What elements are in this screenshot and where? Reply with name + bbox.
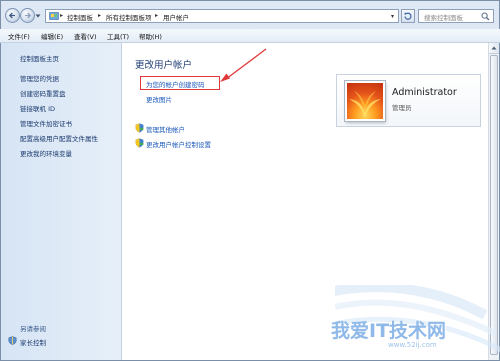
- account-name: Administrator: [392, 87, 457, 98]
- sidebar-link-parental-controls[interactable]: 家长控制: [20, 337, 46, 347]
- uac-settings-link[interactable]: 更改用户帐户控制设置: [146, 139, 211, 149]
- menu-file[interactable]: 文件(F): [8, 31, 30, 41]
- address-bar[interactable]: ▸ 控制面板 ▸ 所有控制面板项 ▸ 用户帐户: [45, 9, 399, 23]
- search-input[interactable]: 搜索控制面板: [424, 12, 463, 22]
- watermark-url: www.52ij.com: [388, 341, 437, 349]
- menu-bar: 文件(F) 编辑(E) 查看(V) 工具(T) 帮助(H): [0, 29, 500, 43]
- address-dropdown-icon[interactable]: ▾: [391, 13, 394, 20]
- menu-edit[interactable]: 编辑(E): [41, 31, 63, 41]
- create-password-link[interactable]: 为您的帐户创建密码: [146, 79, 205, 89]
- menu-view[interactable]: 查看(V): [74, 31, 97, 41]
- watermark-text: 我爱IT技术网: [331, 320, 447, 342]
- sidebar-link-manage-credentials[interactable]: 管理您的凭据: [20, 73, 59, 83]
- manage-other-accounts-link[interactable]: 管理其他帐户: [146, 124, 185, 134]
- account-card: Administrator 管理员: [336, 74, 481, 127]
- change-picture-link[interactable]: 更改图片: [146, 94, 172, 104]
- uac-shield-icon: [135, 123, 144, 133]
- address-row: ▸ 控制面板 ▸ 所有控制面板项 ▸ 用户帐户 ▾ 搜索控制面板: [0, 0, 500, 28]
- parental-controls-icon: [8, 336, 17, 345]
- menu-help[interactable]: 帮助(H): [139, 31, 162, 41]
- control-panel-icon: [49, 12, 59, 20]
- sidebar-link-online-id[interactable]: 链接联机 ID: [20, 103, 55, 113]
- sidebar-link-profile-properties[interactable]: 配置高级用户配置文件属性: [20, 133, 98, 143]
- user-avatar: [345, 81, 385, 121]
- breadcrumb-user-accounts[interactable]: 用户帐户: [163, 12, 189, 22]
- see-also-heading: 另请参阅: [20, 325, 46, 333]
- sidebar-link-environment-variables[interactable]: 更改我的环境变量: [20, 148, 72, 158]
- menu-tools[interactable]: 工具(T): [107, 31, 129, 41]
- breadcrumb-all-items[interactable]: 所有控制面板项: [106, 12, 152, 22]
- forward-arrow-icon: [25, 12, 32, 19]
- search-box[interactable]: 搜索控制面板: [418, 9, 494, 23]
- breadcrumb-control-panel[interactable]: 控制面板: [67, 12, 93, 22]
- sidebar-link-encryption-certificates[interactable]: 管理文件加密证书: [20, 118, 72, 128]
- page-title: 更改用户帐户: [135, 60, 193, 71]
- history-dropdown-icon[interactable]: [35, 13, 41, 19]
- refresh-icon: [404, 12, 412, 20]
- account-role: 管理员: [392, 104, 412, 112]
- scroll-up-arrow-icon: [491, 46, 497, 50]
- scroll-up-button[interactable]: [489, 43, 499, 54]
- breadcrumb-separator-icon: ▸: [60, 12, 64, 19]
- flower-picture-icon: [349, 91, 381, 119]
- refresh-button[interactable]: [401, 9, 415, 23]
- breadcrumb-separator-icon: ▸: [155, 12, 159, 19]
- search-icon[interactable]: [481, 12, 490, 21]
- left-task-pane: 控制面板主页 管理您的凭据 创建密码重置盘 链接联机 ID 管理文件加密证书 配…: [1, 43, 122, 360]
- uac-shield-icon: [135, 138, 144, 148]
- back-button[interactable]: [5, 8, 20, 23]
- sidebar-link-password-reset-disk[interactable]: 创建密码重置盘: [20, 88, 66, 98]
- annotation-arrow-icon: [220, 48, 267, 82]
- breadcrumb-separator-icon: ▸: [98, 12, 102, 19]
- forward-button[interactable]: [20, 8, 35, 23]
- sidebar-home-link[interactable]: 控制面板主页: [20, 53, 59, 63]
- back-arrow-icon: [8, 12, 15, 19]
